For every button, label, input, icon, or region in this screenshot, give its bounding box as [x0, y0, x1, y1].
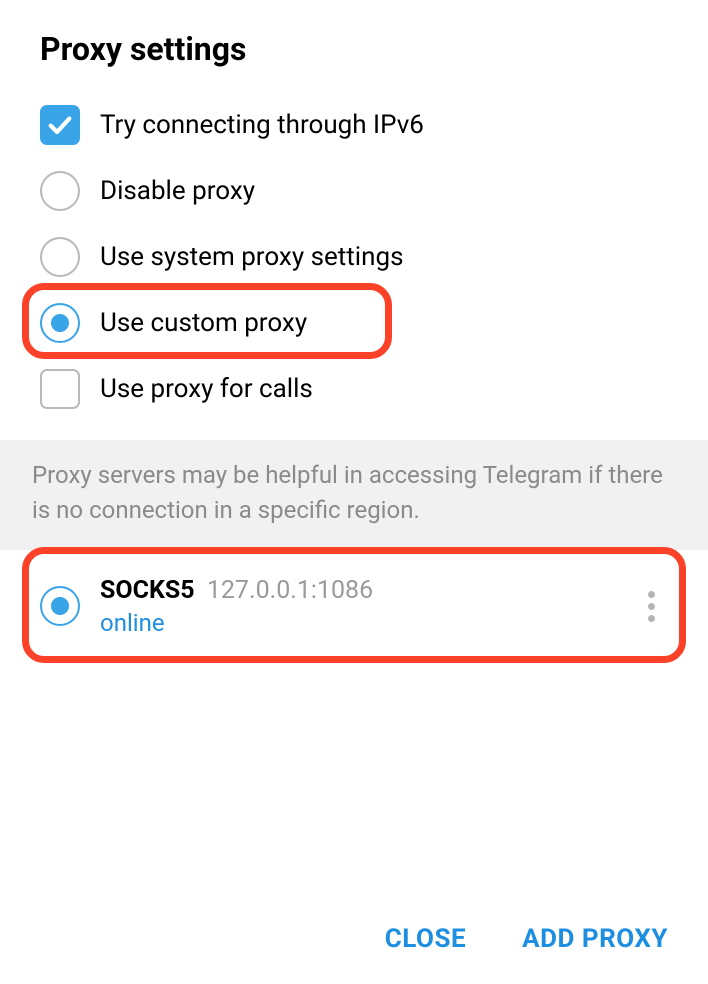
dialog-footer: CLOSE ADD PROXY [0, 894, 708, 984]
info-text: Proxy servers may be helpful in accessin… [0, 440, 708, 550]
option-disable-proxy[interactable]: Disable proxy [40, 158, 708, 224]
radio-selected-icon [40, 303, 80, 343]
option-custom-proxy[interactable]: Use custom proxy [40, 290, 708, 356]
proxy-type: SOCKS5 [100, 576, 195, 605]
option-system-proxy[interactable]: Use system proxy settings [40, 224, 708, 290]
radio-empty-icon [40, 237, 80, 277]
options-list: Try connecting through IPv6 Disable prox… [0, 92, 708, 422]
proxy-entry-text: SOCKS5 127.0.0.1:1086 online [100, 576, 638, 637]
option-label: Use system proxy settings [100, 242, 403, 272]
radio-selected-icon [40, 586, 80, 626]
option-ipv6[interactable]: Try connecting through IPv6 [40, 92, 708, 158]
option-label: Try connecting through IPv6 [100, 110, 424, 140]
checkbox-checked-icon [40, 105, 80, 145]
proxy-status: online [100, 609, 638, 637]
add-proxy-button[interactable]: ADD PROXY [522, 924, 668, 954]
proxy-address: 127.0.0.1:1086 [207, 576, 373, 605]
option-label: Disable proxy [100, 176, 255, 206]
more-menu-icon[interactable] [638, 591, 668, 622]
checkbox-empty-icon [40, 369, 80, 409]
proxy-entry[interactable]: SOCKS5 127.0.0.1:1086 online [0, 550, 708, 647]
close-button[interactable]: CLOSE [385, 924, 466, 954]
option-label: Use custom proxy [100, 308, 307, 338]
page-title: Proxy settings [0, 0, 708, 92]
option-label: Use proxy for calls [100, 374, 313, 404]
option-proxy-calls[interactable]: Use proxy for calls [40, 356, 708, 422]
radio-empty-icon [40, 171, 80, 211]
